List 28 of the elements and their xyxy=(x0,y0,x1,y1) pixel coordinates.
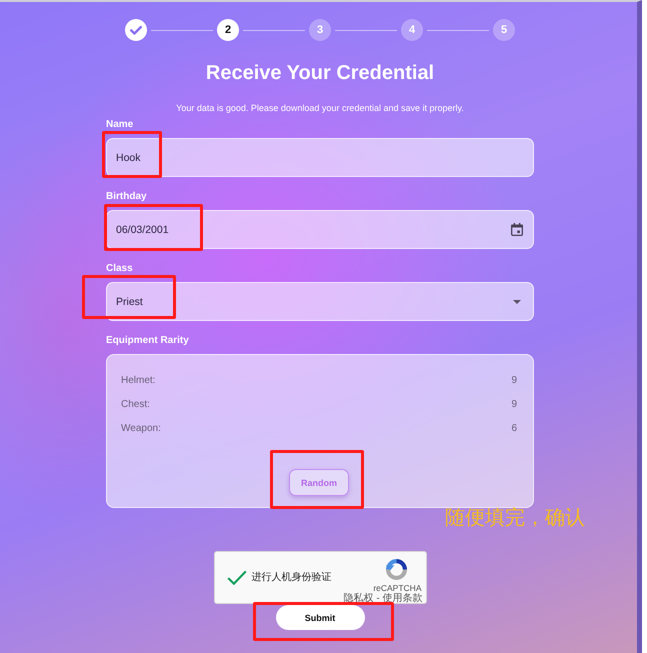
circular-arrows-icon xyxy=(386,559,406,580)
rarity-label: Chest: xyxy=(121,398,150,412)
annotation-note: 随便填完，确认 xyxy=(445,506,585,530)
step-marker: 5 xyxy=(493,19,515,41)
submit-button[interactable]: Submit xyxy=(276,605,364,630)
rarity-value: 6 xyxy=(511,422,517,436)
privacy-terms-links[interactable]: 隐私权 - 使用条款 xyxy=(344,593,422,604)
check-icon[interactable] xyxy=(226,570,246,586)
calendar-icon[interactable] xyxy=(511,223,523,236)
rarity-value: 9 xyxy=(511,374,517,388)
step-marker: 3 xyxy=(309,19,331,41)
text-field[interactable]: Hook xyxy=(106,138,534,177)
field-label: Birthday xyxy=(106,190,147,203)
rarity-label: Weapon: xyxy=(121,422,161,436)
step-marker: 4 xyxy=(401,19,423,41)
subtitle: Your data is good. Please download your credential and save it properly. xyxy=(176,102,464,114)
select-field[interactable]: Priest xyxy=(106,282,534,321)
field-label: Name xyxy=(106,118,134,131)
captcha-label: 进行人机身份验证 xyxy=(252,572,332,584)
rarity-label: Helmet: xyxy=(121,374,156,388)
page-title: Receive Your Credential xyxy=(206,61,434,85)
rarity-value: 9 xyxy=(511,398,517,412)
field-label: Class xyxy=(106,262,133,275)
caret-icon[interactable] xyxy=(513,300,521,304)
section-label: Equipment Rarity xyxy=(106,334,189,347)
date-field[interactable]: 06/03/2001 xyxy=(106,210,534,249)
captcha-brand: reCAPTCHA xyxy=(373,583,422,593)
step-marker: 2 xyxy=(217,19,239,41)
